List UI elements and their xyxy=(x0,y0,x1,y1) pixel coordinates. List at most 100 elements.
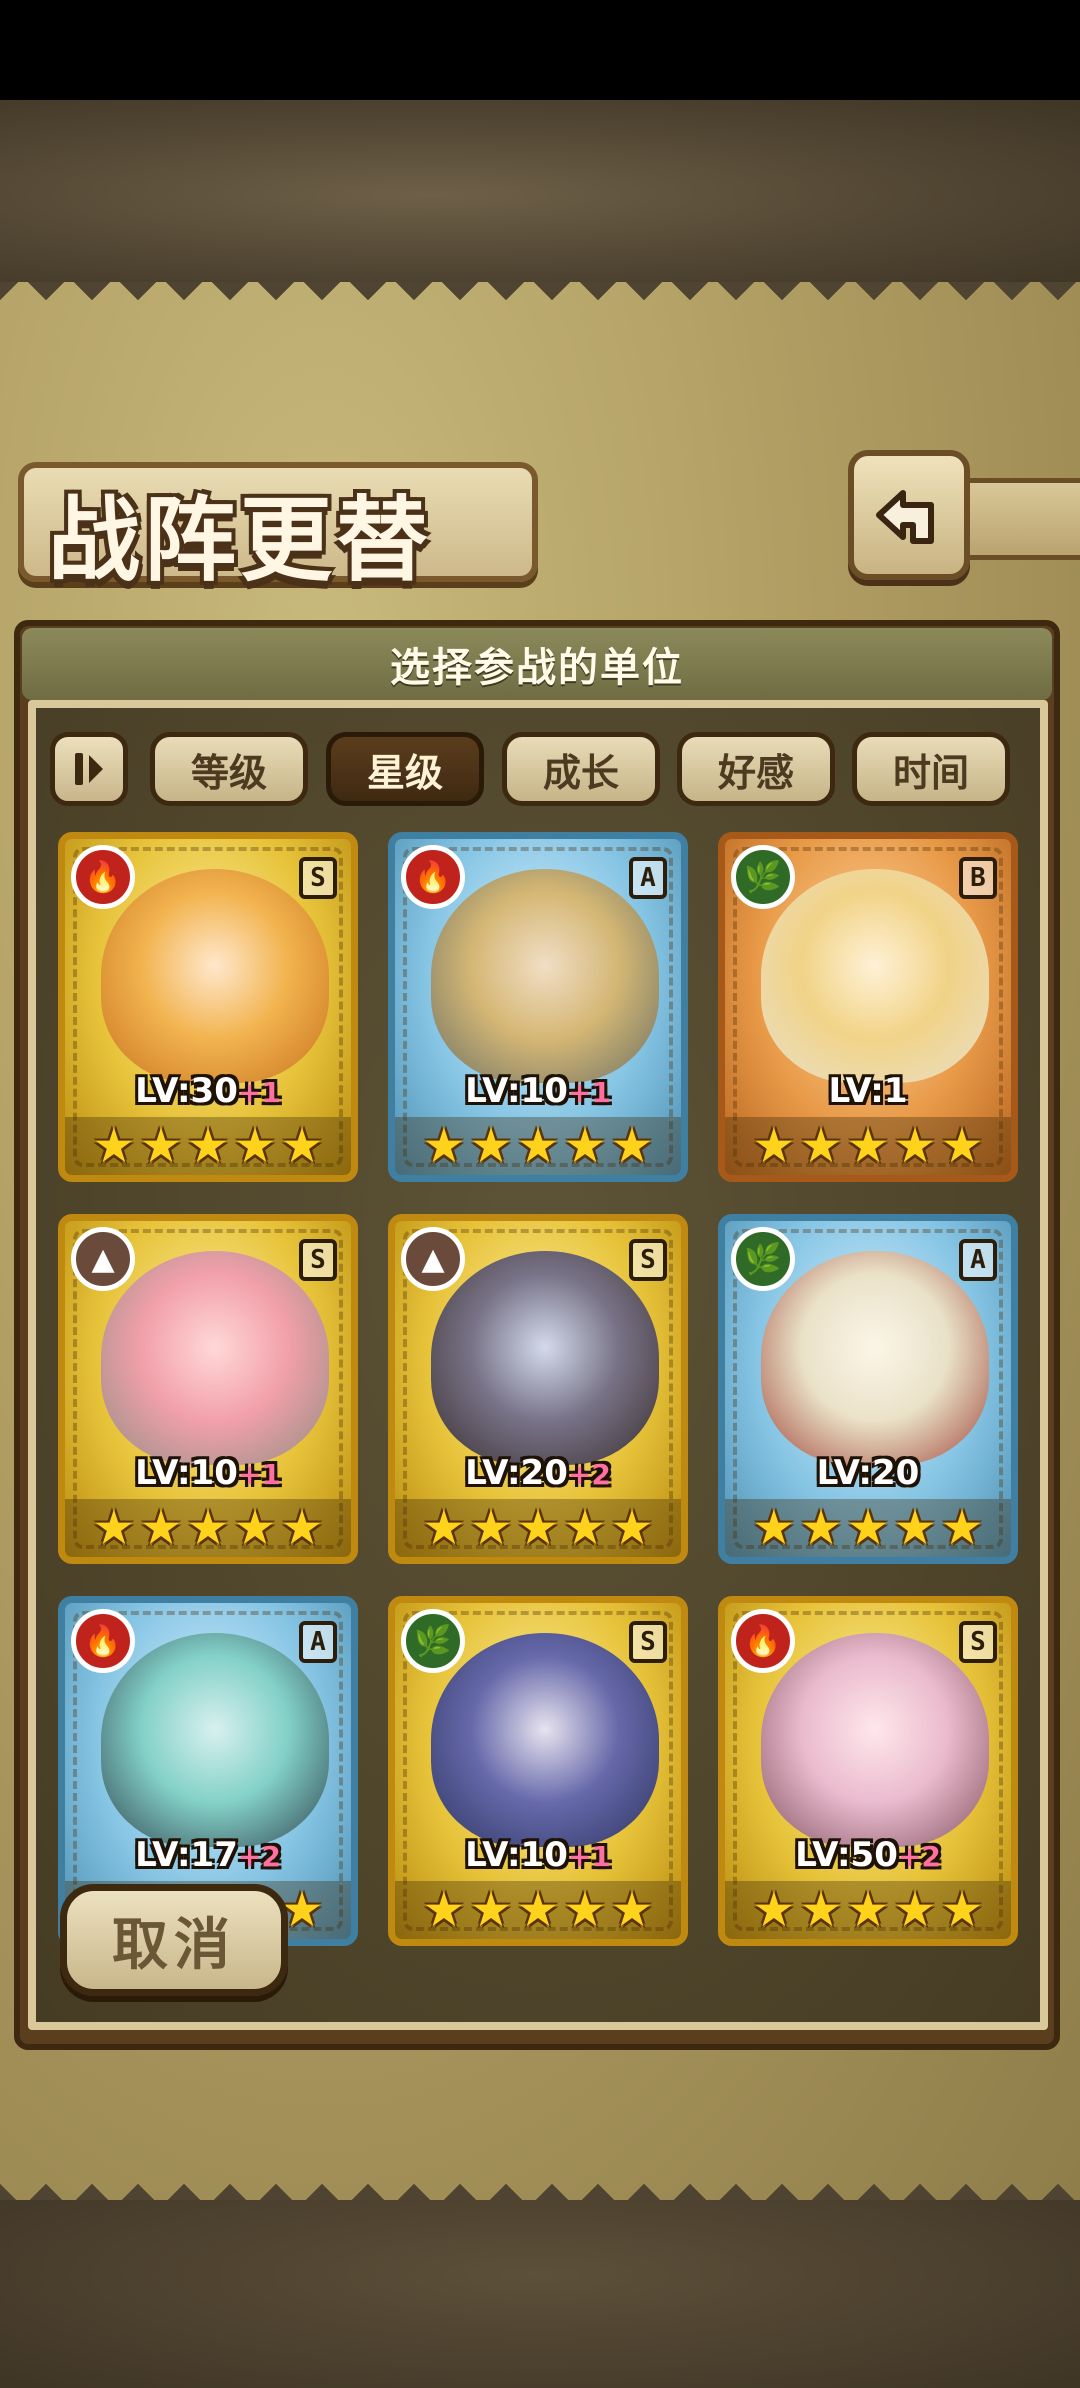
unit-card[interactable]: 🔥 S LV:50+2 ★ ★ ★ ★ ★ xyxy=(718,1596,1018,1946)
star-icon: ★ xyxy=(469,1500,513,1556)
star-icon: ★ xyxy=(186,1500,230,1556)
star-icon: ★ xyxy=(893,1882,937,1938)
unit-card[interactable]: ▲ S LV:20+2 ★ ★ ★ ★ ★ xyxy=(388,1214,688,1564)
sort-order-icon xyxy=(75,753,103,785)
star-icon: ★ xyxy=(893,1500,937,1556)
back-button[interactable] xyxy=(848,450,970,580)
unit-card[interactable]: 🌿 B LV:1 ★ ★ ★ ★ ★ xyxy=(718,832,1018,1182)
rank-badge: S xyxy=(299,1239,337,1281)
star-rating: ★★★★★ xyxy=(395,1881,681,1939)
sort-tab-affection[interactable]: 好感 xyxy=(677,732,835,806)
sort-tab-stars[interactable]: 星级 xyxy=(326,732,484,806)
earth-element-icon: ▲ xyxy=(401,1227,465,1291)
rank-badge: A xyxy=(959,1239,997,1281)
subtitle: 选择参战的单位 xyxy=(390,645,684,691)
rank-badge: S xyxy=(629,1621,667,1663)
star-rating: ★★★★★ xyxy=(725,1499,1011,1557)
star-icon: ★ xyxy=(799,1882,843,1938)
fire-element-icon: 🔥 xyxy=(401,845,465,909)
fire-element-icon: 🔥 xyxy=(71,1609,135,1673)
star-icon: ★ xyxy=(610,1118,654,1174)
star-icon: ★ xyxy=(799,1118,843,1174)
fire-element-icon: 🔥 xyxy=(71,845,135,909)
level-bonus: +1 xyxy=(567,1840,611,1873)
star-icon: ★ xyxy=(563,1882,607,1938)
sort-tab-time[interactable]: 时间 xyxy=(852,732,1010,806)
unit-level: LV:50+2 xyxy=(725,1835,1011,1875)
star-icon: ★ xyxy=(610,1882,654,1938)
star-icon: ★ xyxy=(516,1500,560,1556)
star-rating: ★★★★★ xyxy=(725,1881,1011,1939)
subtitle-bar: 选择参战的单位 xyxy=(22,628,1052,700)
star-rating: ★★★★★ xyxy=(65,1117,351,1175)
leaf-element-icon: 🌿 xyxy=(731,845,795,909)
status-bar xyxy=(0,0,1080,100)
level-value: LV:10 xyxy=(465,1071,568,1111)
star-icon: ★ xyxy=(940,1500,984,1556)
level-bonus: +1 xyxy=(237,1076,281,1109)
star-icon: ★ xyxy=(563,1118,607,1174)
unit-level: LV:20 xyxy=(725,1453,1011,1493)
star-rating: ★★★★★ xyxy=(395,1117,681,1175)
star-icon: ★ xyxy=(940,1118,984,1174)
leaf-element-icon: 🌿 xyxy=(731,1227,795,1291)
unit-level: LV:10+1 xyxy=(395,1071,681,1111)
sort-order-toggle[interactable] xyxy=(50,732,128,806)
sort-tab-growth[interactable]: 成长 xyxy=(502,732,660,806)
cancel-button[interactable]: 取消 xyxy=(60,1884,288,1996)
rank-badge: S xyxy=(629,1239,667,1281)
rank-badge: S xyxy=(299,857,337,899)
star-icon: ★ xyxy=(233,1500,277,1556)
level-value: LV:20 xyxy=(465,1453,568,1493)
star-icon: ★ xyxy=(186,1118,230,1174)
star-icon: ★ xyxy=(469,1118,513,1174)
star-icon: ★ xyxy=(752,1118,796,1174)
star-rating: ★★★★★ xyxy=(395,1499,681,1557)
star-icon: ★ xyxy=(422,1500,466,1556)
level-bonus: +2 xyxy=(567,1458,611,1491)
level-bonus: +2 xyxy=(897,1840,941,1873)
star-icon: ★ xyxy=(752,1882,796,1938)
star-icon: ★ xyxy=(563,1500,607,1556)
unit-card[interactable]: 🌿 A LV:20 ★ ★ ★ ★ ★ xyxy=(718,1214,1018,1564)
star-icon: ★ xyxy=(846,1118,890,1174)
unit-card[interactable]: 🔥 A LV:10+1 ★ ★ ★ ★ ★ xyxy=(388,832,688,1182)
map-background-top xyxy=(0,100,1080,290)
star-icon: ★ xyxy=(846,1500,890,1556)
star-icon: ★ xyxy=(516,1118,560,1174)
unit-level: LV:10+1 xyxy=(395,1835,681,1875)
level-bonus: +2 xyxy=(237,1840,281,1873)
back-arrow-icon xyxy=(876,490,934,544)
star-icon: ★ xyxy=(92,1500,136,1556)
unit-card[interactable]: 🌿 S LV:10+1 ★ ★ ★ ★ ★ xyxy=(388,1596,688,1946)
level-value: LV:50 xyxy=(795,1835,898,1875)
star-icon: ★ xyxy=(610,1500,654,1556)
star-icon: ★ xyxy=(752,1500,796,1556)
star-icon: ★ xyxy=(92,1118,136,1174)
unit-level: LV:1 xyxy=(725,1071,1011,1111)
level-value: LV:1 xyxy=(828,1071,908,1111)
rank-badge: A xyxy=(629,857,667,899)
star-icon: ★ xyxy=(280,1500,324,1556)
map-background-bottom xyxy=(0,2200,1080,2388)
star-icon: ★ xyxy=(139,1500,183,1556)
leaf-element-icon: 🌿 xyxy=(401,1609,465,1673)
page-title: 战阵更替 xyxy=(48,486,433,594)
unit-card[interactable]: 🔥 S LV:30+1 ★ ★ ★ ★ ★ xyxy=(58,832,358,1182)
level-bonus: +1 xyxy=(237,1458,281,1491)
unit-level: LV:17+2 xyxy=(65,1835,351,1875)
star-icon: ★ xyxy=(799,1500,843,1556)
star-icon: ★ xyxy=(422,1882,466,1938)
star-rating: ★★★★★ xyxy=(725,1117,1011,1175)
star-icon: ★ xyxy=(422,1118,466,1174)
star-icon: ★ xyxy=(280,1118,324,1174)
sort-tab-level[interactable]: 等级 xyxy=(150,732,308,806)
star-icon: ★ xyxy=(516,1882,560,1938)
star-icon: ★ xyxy=(940,1882,984,1938)
level-value: LV:10 xyxy=(135,1453,238,1493)
level-value: LV:20 xyxy=(816,1453,920,1493)
unit-card[interactable]: ▲ S LV:10+1 ★ ★ ★ ★ ★ xyxy=(58,1214,358,1564)
rank-badge: A xyxy=(299,1621,337,1663)
fire-element-icon: 🔥 xyxy=(731,1609,795,1673)
rank-badge: S xyxy=(959,1621,997,1663)
